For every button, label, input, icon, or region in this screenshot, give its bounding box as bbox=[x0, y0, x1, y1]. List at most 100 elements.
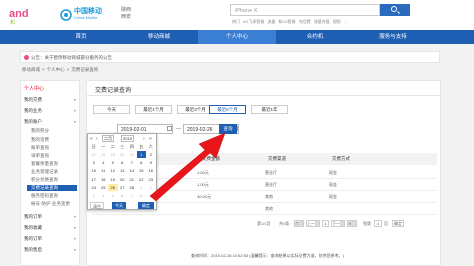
calendar-day[interactable]: 27 bbox=[118, 184, 128, 191]
search-button[interactable] bbox=[380, 4, 410, 16]
time-range-button[interactable]: 今天 bbox=[93, 105, 130, 114]
hot-link[interactable]: 视频 bbox=[333, 19, 341, 24]
calendar-day[interactable]: 17 bbox=[89, 176, 99, 183]
calendar-day[interactable]: 5 bbox=[108, 159, 118, 166]
calendar-day[interactable]: 6 bbox=[118, 159, 128, 166]
calendar-day[interactable]: 26 bbox=[108, 183, 118, 191]
sidebar-item[interactable]: 我的积分 bbox=[31, 128, 85, 134]
calendar-day[interactable]: 5 bbox=[108, 192, 118, 199]
nav-item[interactable]: 移动商城 bbox=[120, 30, 198, 44]
calendar-day[interactable]: 11 bbox=[99, 167, 109, 174]
calendar-day[interactable]: 9 bbox=[146, 192, 156, 199]
pager-first-button[interactable]: 首页 bbox=[294, 220, 304, 227]
calendar-day[interactable]: 18 bbox=[99, 176, 109, 183]
query-button[interactable]: 查询 bbox=[219, 124, 237, 134]
calendar-day[interactable]: 27 bbox=[89, 151, 99, 158]
calendar-day[interactable]: 8 bbox=[137, 159, 147, 166]
search-input[interactable]: iPhone X bbox=[230, 4, 380, 16]
notice-text[interactable]: 公告：关于暂停移动商城部分服务的公告 bbox=[31, 55, 112, 61]
sidebar-item[interactable]: 业务受理记录 bbox=[31, 169, 85, 175]
calendar-day[interactable]: 2 bbox=[146, 184, 156, 191]
time-range-button[interactable]: 最近1个月 bbox=[135, 105, 172, 114]
calendar-day[interactable]: 15 bbox=[137, 167, 147, 174]
time-range-button[interactable]: 最近6个月 bbox=[209, 105, 246, 114]
calendar-day[interactable]: 21 bbox=[127, 176, 137, 183]
calendar-day[interactable]: 29 bbox=[108, 151, 118, 158]
region-switcher[interactable]: 陕西 西安 bbox=[121, 7, 135, 21]
calendar-day[interactable]: 31 bbox=[127, 151, 137, 158]
next-month-icon[interactable]: › bbox=[143, 136, 145, 142]
nav-item[interactable]: 合约机 bbox=[276, 30, 354, 44]
sidebar-item[interactable]: 我的售后 ▾ bbox=[24, 247, 78, 253]
calendar-day[interactable]: 4 bbox=[99, 159, 109, 166]
calendar-day[interactable]: 19 bbox=[108, 176, 118, 183]
calendar-day[interactable]: 8 bbox=[137, 192, 147, 199]
calendar-day[interactable]: 30 bbox=[118, 151, 128, 158]
time-range-button[interactable]: 最近1年 bbox=[251, 105, 288, 114]
calendar-day[interactable]: 3 bbox=[89, 192, 99, 199]
prev-year-icon[interactable]: « bbox=[90, 136, 93, 142]
calendar-day[interactable]: 20 bbox=[118, 176, 128, 183]
hot-link[interactable]: 流量 bbox=[267, 19, 275, 24]
sidebar-item[interactable]: 积分兑换查询 bbox=[31, 177, 85, 183]
hot-link[interactable]: 流量充值 bbox=[314, 19, 330, 24]
sidebar-item[interactable]: 详单查询 bbox=[31, 153, 85, 159]
calendar-day[interactable]: 7 bbox=[127, 159, 137, 166]
sidebar-item[interactable]: 账单查询 bbox=[31, 145, 85, 151]
sidebar-item[interactable]: 帐号·防护·业务变更 bbox=[31, 201, 85, 207]
confirm-date-button[interactable]: 确定 bbox=[138, 202, 154, 209]
sidebar-item[interactable]: 我的账户 ▾ bbox=[24, 119, 78, 125]
hot-link[interactable]: 热门 bbox=[232, 19, 240, 24]
calendar-day[interactable]: 10 bbox=[89, 167, 99, 174]
sidebar-item[interactable]: 我的交费 ▾ bbox=[24, 97, 78, 103]
nav-item[interactable]: 首页 bbox=[42, 30, 120, 44]
nav-item[interactable]: 服务与支持 bbox=[354, 30, 432, 44]
breadcrumb-item[interactable]: 个人中心 bbox=[47, 67, 65, 72]
calendar-day[interactable]: 4 bbox=[99, 192, 109, 199]
sidebar-item[interactable]: 服务密码查询 bbox=[31, 193, 85, 199]
calendar-day[interactable]: 9 bbox=[146, 159, 156, 166]
pager-page-button[interactable]: 1 bbox=[322, 220, 329, 227]
sidebar-item[interactable]: 我的收藏 ▾ bbox=[24, 225, 78, 231]
hot-link[interactable]: 充话费 bbox=[299, 19, 311, 24]
calendar-day[interactable]: 13 bbox=[118, 167, 128, 174]
pager-jump-input[interactable]: 1 bbox=[374, 220, 382, 227]
sidebar-item[interactable]: 我的业务 ▾ bbox=[24, 108, 78, 114]
pager-prev-button[interactable]: 上一页 bbox=[306, 220, 320, 227]
and-logo-icon[interactable]: and 和 bbox=[8, 5, 48, 25]
calendar-day[interactable]: 12 bbox=[108, 167, 118, 174]
pager-go-button[interactable]: 确定 bbox=[392, 220, 404, 227]
calendar-day[interactable]: 1 bbox=[136, 151, 146, 158]
calendar-day[interactable]: 1 bbox=[137, 184, 147, 191]
calendar-day[interactable]: 3 bbox=[89, 159, 99, 166]
calendar-day[interactable]: 23 bbox=[146, 176, 156, 183]
clear-date-button[interactable]: 清空 bbox=[90, 202, 104, 209]
calendar-day[interactable]: 16 bbox=[146, 167, 156, 174]
calendar-day[interactable]: 2 bbox=[146, 151, 156, 158]
year-select[interactable]: 2019 bbox=[121, 135, 134, 142]
calendar-day[interactable]: 24 bbox=[89, 184, 99, 191]
calendar-day[interactable]: 14 bbox=[127, 167, 137, 174]
sidebar-item[interactable]: 套餐余量查询 bbox=[31, 161, 85, 167]
month-select[interactable]: 二月 bbox=[102, 135, 114, 142]
hot-link[interactable]: 和4G套餐 bbox=[278, 19, 295, 24]
today-button[interactable]: 今天 bbox=[112, 202, 126, 209]
calendar-icon[interactable] bbox=[167, 126, 172, 131]
sidebar-item[interactable]: 我的订单 ▾ bbox=[24, 214, 78, 220]
calendar-day[interactable]: 22 bbox=[137, 176, 147, 183]
pager-last-button[interactable]: 尾页 bbox=[347, 220, 357, 227]
sidebar-item[interactable]: 交费记录查询 bbox=[27, 185, 77, 191]
calendar-day[interactable]: 7 bbox=[127, 192, 137, 199]
breadcrumb-item[interactable]: 交费记录查询 bbox=[71, 67, 98, 72]
next-year-icon[interactable]: » bbox=[149, 136, 152, 142]
calendar-day[interactable]: 28 bbox=[127, 184, 137, 191]
nav-item[interactable]: 个人中心 bbox=[198, 30, 276, 44]
sidebar-item[interactable]: 我的订单 ▾ bbox=[24, 236, 78, 242]
pager-next-button[interactable]: 下一页 bbox=[331, 220, 345, 227]
sidebar-item[interactable]: 我的话费 bbox=[31, 137, 85, 143]
notice-bar[interactable]: 公告：关于暂停移动商城部分服务的公告 bbox=[20, 51, 440, 63]
breadcrumb-item[interactable]: 移动商城 bbox=[22, 67, 40, 72]
calendar-day[interactable]: 6 bbox=[118, 192, 128, 199]
calendar-day[interactable]: 28 bbox=[99, 151, 109, 158]
prev-month-icon[interactable]: ‹ bbox=[96, 136, 98, 142]
